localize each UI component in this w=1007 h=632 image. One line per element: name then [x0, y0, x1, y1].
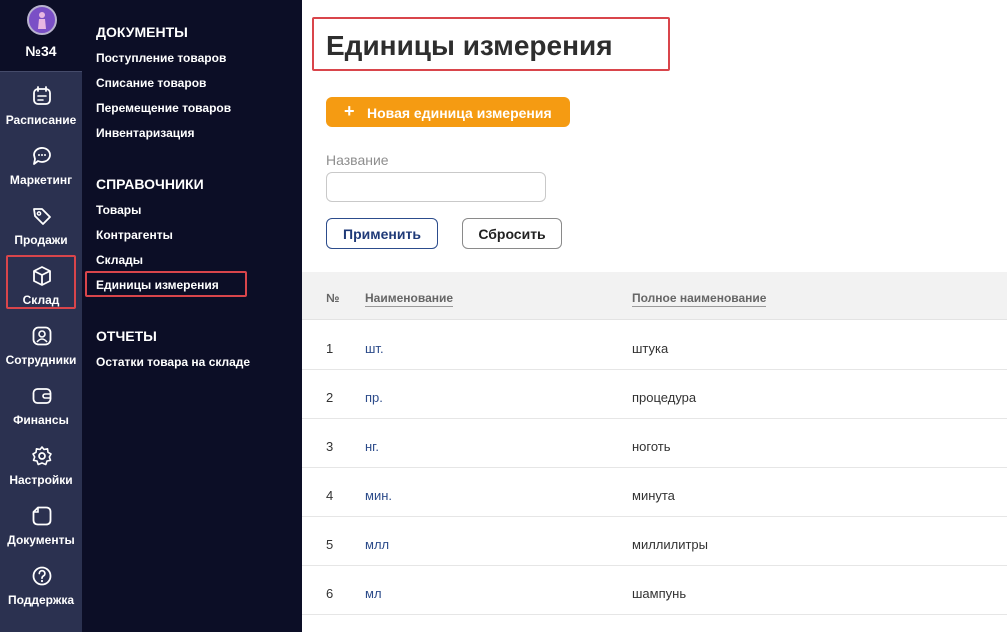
nav-item-documents[interactable]: Документы	[0, 495, 82, 555]
row-name-link[interactable]: мл	[365, 586, 382, 601]
row-name-link[interactable]: млл	[365, 537, 389, 552]
nav-item-marketing[interactable]: Маркетинг	[0, 135, 82, 195]
table-header: № Наименование Полное наименование	[302, 272, 1007, 320]
column-header-number: №	[326, 291, 340, 305]
tag-icon	[33, 208, 51, 225]
section-title-reports: ОТЧЕТЫ	[96, 328, 157, 344]
warehouse-submenu: ДОКУМЕНТЫ Поступление товаров Списание т…	[82, 0, 302, 632]
row-full-name: минута	[632, 488, 675, 503]
wallet-icon	[32, 388, 52, 404]
row-full-name: миллилитры	[632, 537, 709, 552]
row-number: 6	[326, 586, 334, 601]
nav-item-finance[interactable]: Финансы	[0, 375, 82, 435]
submenu-link-contractors[interactable]: Контрагенты	[96, 228, 173, 242]
nav-item-staff[interactable]: Сотрудники	[0, 315, 82, 375]
reset-button[interactable]: Сбросить	[462, 218, 562, 249]
nav-item-support[interactable]: Поддержка	[0, 555, 82, 615]
row-full-name: штука	[632, 341, 669, 356]
row-number: 3	[326, 439, 334, 454]
section-title-references: СПРАВОЧНИКИ	[96, 176, 204, 192]
row-name-link[interactable]: шт.	[365, 341, 384, 356]
nav-item-label: Настройки	[9, 473, 73, 487]
main-content: Единицы измерения + Новая единица измере…	[302, 0, 1007, 632]
calendar-icon	[33, 86, 51, 105]
nav-item-settings[interactable]: Настройки	[0, 435, 82, 495]
submenu-link-stock-report[interactable]: Остатки товара на складе	[96, 355, 250, 369]
table-row[interactable]: 2 пр. процедура	[302, 370, 1007, 419]
nav-item-label: Расписание	[5, 113, 77, 127]
highlight-frame-units	[85, 271, 247, 297]
plus-icon: +	[344, 101, 355, 121]
nav-item-label: Маркетинг	[9, 173, 73, 187]
avatar-figure-icon	[38, 12, 46, 29]
table-row[interactable]: 5 млл миллилитры	[302, 517, 1007, 566]
main-nav-rail: №34 Расписание Маркетинг Продажи Склад С…	[0, 0, 82, 632]
user-icon	[32, 326, 52, 346]
nav-item-label: Продажи	[14, 233, 68, 247]
gear-icon	[32, 446, 52, 466]
row-full-name: шампунь	[632, 586, 687, 601]
help-icon	[32, 566, 52, 586]
salon-header: №34	[0, 0, 82, 72]
nav-item-schedule[interactable]: Расписание	[0, 75, 82, 135]
name-filter-label: Название	[326, 152, 389, 168]
nav-item-label: Поддержка	[7, 593, 75, 607]
avatar[interactable]	[27, 5, 57, 35]
salon-number: №34	[25, 43, 57, 59]
highlight-frame-warehouse	[6, 255, 76, 309]
column-header-name[interactable]: Наименование	[365, 291, 454, 307]
table-row[interactable]: 3 нг. ноготь	[302, 419, 1007, 468]
table-row[interactable]: 4 мин. минута	[302, 468, 1007, 517]
chat-icon	[33, 147, 51, 165]
submenu-link-inventory[interactable]: Инвентаризация	[96, 126, 195, 140]
section-title-documents: ДОКУМЕНТЫ	[96, 24, 188, 40]
document-icon	[32, 506, 52, 526]
row-full-name: ноготь	[632, 439, 671, 454]
highlight-frame-title	[312, 17, 670, 71]
row-full-name: процедура	[632, 390, 697, 405]
row-name-link[interactable]: мин.	[365, 488, 392, 503]
nav-item-label: Сотрудники	[5, 353, 77, 367]
row-number: 4	[326, 488, 334, 503]
submenu-link-warehouses[interactable]: Склады	[96, 253, 143, 267]
row-number: 1	[326, 341, 334, 356]
submenu-link-receipt[interactable]: Поступление товаров	[96, 51, 226, 65]
submenu-link-writeoff[interactable]: Списание товаров	[96, 76, 206, 90]
new-unit-button-label: Новая единица измерения	[367, 105, 552, 121]
row-number: 2	[326, 390, 334, 405]
submenu-link-goods[interactable]: Товары	[96, 203, 141, 217]
row-number: 5	[326, 537, 334, 552]
table-row[interactable]: 1 шт. штука	[302, 321, 1007, 370]
nav-item-label: Финансы	[13, 413, 69, 427]
apply-button[interactable]: Применить	[326, 218, 438, 249]
table-row[interactable]: 6 мл шампунь	[302, 566, 1007, 615]
row-name-link[interactable]: нг.	[365, 439, 379, 454]
column-header-full-name[interactable]: Полное наименование	[632, 291, 767, 307]
nav-item-label: Документы	[7, 533, 75, 547]
row-name-link[interactable]: пр.	[365, 390, 383, 405]
nav-item-sales[interactable]: Продажи	[0, 195, 82, 255]
name-filter-input[interactable]	[326, 172, 546, 202]
new-unit-button[interactable]: + Новая единица измерения	[326, 97, 570, 127]
submenu-link-transfer[interactable]: Перемещение товаров	[96, 101, 231, 115]
